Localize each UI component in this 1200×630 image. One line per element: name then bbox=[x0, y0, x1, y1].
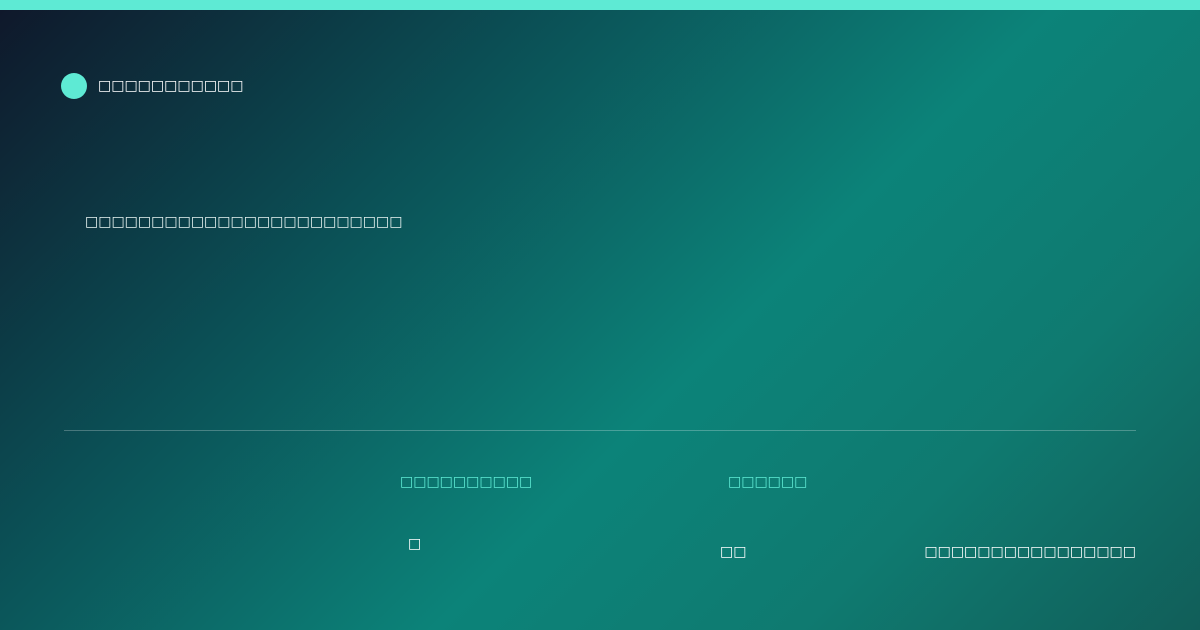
stat-value-3: □□□□□□□□□□□□□□□□ bbox=[924, 544, 1136, 560]
brand: □□□□□□□□□□□ bbox=[61, 73, 244, 99]
headline-text: □□□□□□□□□□□□□□□□□□□□□□□□ bbox=[85, 214, 403, 230]
brand-name: □□□□□□□□□□□ bbox=[98, 78, 244, 94]
circle-dot-icon bbox=[61, 73, 87, 99]
stat-value-2: □□ bbox=[720, 544, 747, 560]
divider bbox=[64, 430, 1136, 431]
stat-label-1: □□□□□□□□□□ bbox=[400, 474, 533, 490]
stat-label-2: □□□□□□ bbox=[728, 474, 808, 490]
stat-value-1: □ bbox=[408, 536, 422, 552]
top-accent-bar bbox=[0, 0, 1200, 10]
